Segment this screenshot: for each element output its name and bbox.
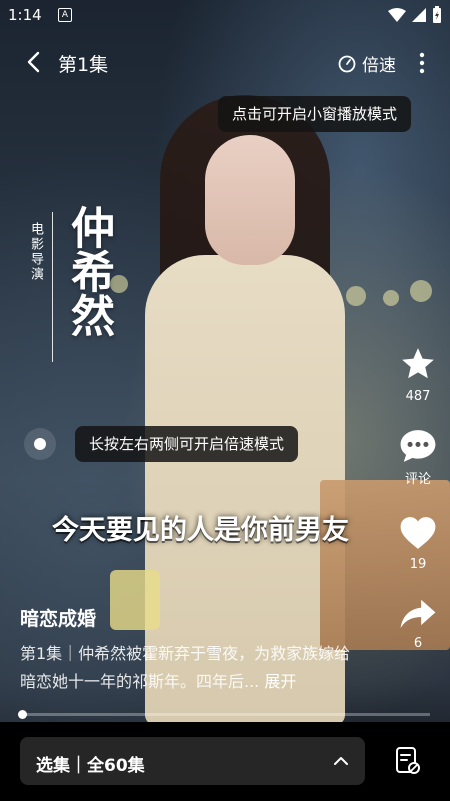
show-title[interactable]: 暗恋成婚: [20, 604, 96, 631]
like-count: 19: [409, 557, 427, 572]
speed-label: 倍速: [362, 56, 396, 76]
progress-knob[interactable]: [18, 710, 28, 719]
episode-selector-button[interactable]: 选集｜全60集: [20, 737, 365, 785]
video-subtitle: 今天要见的人是你前男友: [52, 515, 349, 546]
bottom-bar: 选集｜全60集: [0, 722, 450, 801]
mini-window-tooltip: 点击可开启小窗播放模式: [218, 96, 412, 132]
top-bar: 第1集 倍速: [0, 40, 450, 84]
favorite-count: 487: [405, 389, 431, 404]
episode-description: 第1集｜仲希然被霍新弃于雪夜，为救家族嫁给暗恋她十一年的祁斯年。四年后... 展…: [20, 640, 360, 696]
like-button[interactable]: 19: [388, 515, 448, 572]
press-hint-dot-icon: [24, 428, 56, 460]
director-divider: [52, 212, 53, 362]
back-arrow-icon[interactable]: [22, 50, 46, 74]
wifi-icon: [388, 8, 406, 22]
favorite-button[interactable]: 487: [388, 345, 448, 404]
status-bar: 1:14 A: [0, 0, 450, 32]
episode-title: 第1集: [58, 54, 109, 76]
a-icon: A: [58, 8, 72, 22]
more-vertical-icon[interactable]: [412, 50, 432, 76]
status-time: 1:14: [8, 6, 42, 24]
comment-button[interactable]: 评论: [388, 428, 448, 487]
share-count: 6: [413, 636, 423, 651]
comment-bubble-icon: [400, 430, 436, 462]
description-text: 第1集｜仲希然被霍新弃于雪夜，为救家族嫁给暗恋她十一年的祁斯年。四年后...: [20, 644, 351, 691]
playback-progress-bar[interactable]: [18, 710, 430, 719]
star-icon: [402, 348, 434, 379]
share-arrow-icon: [400, 599, 436, 629]
bokeh-light: [383, 290, 399, 306]
video-frame-bag: [110, 570, 160, 630]
battery-icon: [433, 6, 441, 23]
comment-label: 评论: [404, 472, 431, 487]
expand-link[interactable]: 展开: [264, 672, 296, 691]
share-button[interactable]: 6: [388, 598, 448, 651]
video-player-screen[interactable]: 1:14 A 第1集 倍速 点击可开启小窗播放模式 长按左右两侧可开启倍速模式 …: [0, 0, 450, 801]
speed-button[interactable]: 倍速: [338, 51, 396, 76]
director-tag: 电影导演: [28, 222, 43, 282]
heart-icon: [400, 517, 436, 549]
signal-icon: [412, 8, 426, 22]
episode-selector-label: 选集｜全60集: [36, 756, 145, 776]
chevron-up-icon: [334, 757, 348, 765]
speedometer-icon: [338, 55, 356, 72]
speed-hold-tooltip: 长按左右两侧可开启倍速模式: [75, 426, 299, 462]
director-name: 仲希然: [63, 205, 114, 337]
bokeh-light: [410, 280, 432, 302]
episode-notes-icon[interactable]: [394, 746, 422, 776]
